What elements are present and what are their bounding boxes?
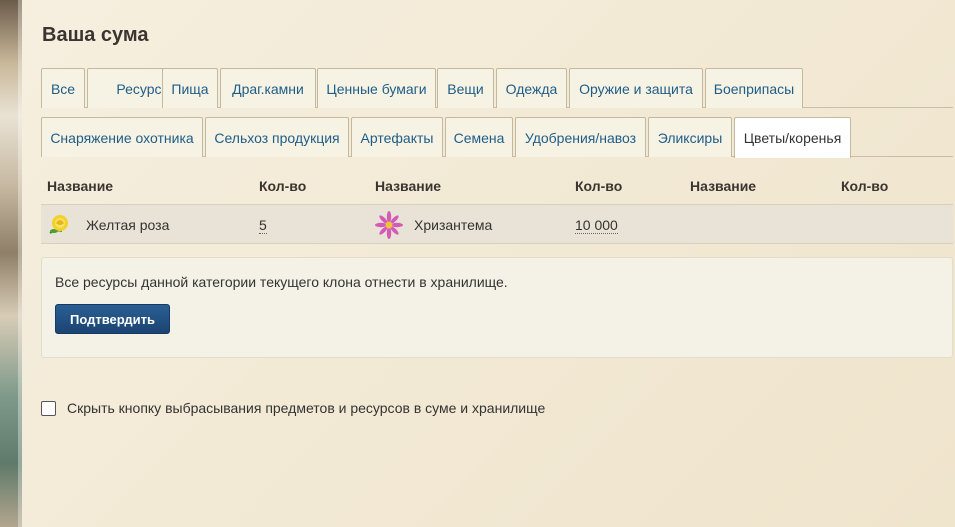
- tab-food[interactable]: Пища: [162, 68, 218, 108]
- header-qty-3: Кол-во: [841, 178, 889, 194]
- tab-clothes[interactable]: Одежда: [496, 68, 567, 108]
- tab-flowers-roots[interactable]: Цветы/коренья: [734, 117, 851, 158]
- tab-items[interactable]: Вещи: [437, 68, 494, 108]
- page-title: Ваша сума: [42, 24, 149, 46]
- header-qty-1: Кол-во: [259, 178, 307, 194]
- tab-seeds[interactable]: Семена: [445, 117, 513, 157]
- yellow-rose-icon: [49, 215, 68, 234]
- tab-weapons-armor[interactable]: Оружие и защита: [569, 68, 703, 108]
- confirm-button[interactable]: Подтвердить: [55, 304, 170, 334]
- item-name[interactable]: Хризантема: [414, 217, 492, 233]
- tab-fertilizers[interactable]: Удобрения/навоз: [515, 117, 646, 157]
- store-all-panel: Все ресурсы данной категории текущего кл…: [41, 257, 953, 358]
- category-tabs-row-1: Все Ресурсы Пища Драг.камни Ценные бумаг…: [41, 68, 953, 108]
- header-name-2: Название: [375, 178, 442, 194]
- header-qty-2: Кол-во: [575, 178, 623, 194]
- item-name[interactable]: Желтая роза: [86, 217, 169, 233]
- table-header: Название Кол-во Название Кол-во Название…: [41, 170, 953, 202]
- chrysanthemum-icon: [375, 211, 403, 239]
- item-quantity[interactable]: 5: [259, 217, 267, 234]
- tab-farm-produce[interactable]: Сельхоз продукция: [205, 117, 349, 157]
- item-quantity[interactable]: 10 000: [575, 217, 618, 234]
- tab-all[interactable]: Все: [41, 68, 85, 108]
- category-tabs-row-2: Снаряжение охотника Сельхоз продукция Ар…: [41, 117, 953, 158]
- hide-discard-label[interactable]: Скрыть кнопку выбрасывания предметов и р…: [67, 400, 545, 416]
- header-name-1: Название: [47, 178, 114, 194]
- hide-discard-checkbox[interactable]: [41, 401, 56, 416]
- tab-ammo[interactable]: Боеприпасы: [705, 68, 803, 108]
- tab-artifacts[interactable]: Артефакты: [351, 117, 443, 157]
- header-name-3: Название: [690, 178, 757, 194]
- table-row: Желтая роза 5 Хризантема 10 000: [41, 204, 953, 244]
- tab-hunter-gear[interactable]: Снаряжение охотника: [41, 117, 203, 157]
- store-all-description: Все ресурсы данной категории текущего кл…: [55, 274, 508, 290]
- tab-gems[interactable]: Драг.камни: [220, 68, 316, 108]
- tab-elixirs[interactable]: Эликсиры: [648, 117, 732, 157]
- tab-securities[interactable]: Ценные бумаги: [317, 68, 436, 108]
- background-decoration: [0, 0, 22, 527]
